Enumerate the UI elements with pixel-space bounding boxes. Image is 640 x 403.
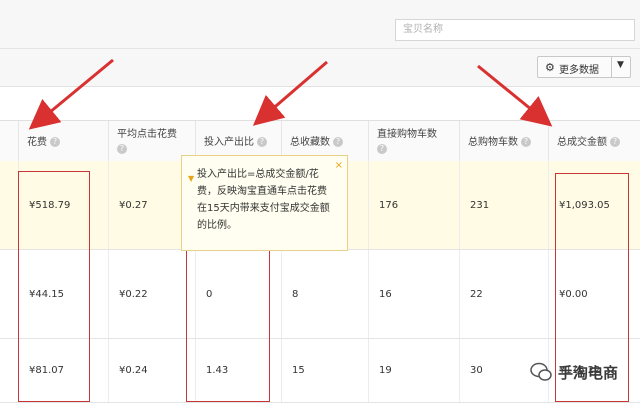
watermark-text: 手淘电商 — [558, 363, 619, 382]
arrow-to-roi — [252, 60, 328, 126]
arrow-to-total-sales — [477, 64, 553, 127]
wechat-icon — [530, 362, 552, 381]
watermark: 手淘电商 — [530, 357, 640, 387]
arrow-to-cost — [28, 58, 114, 130]
annotation-arrows — [28, 58, 553, 130]
